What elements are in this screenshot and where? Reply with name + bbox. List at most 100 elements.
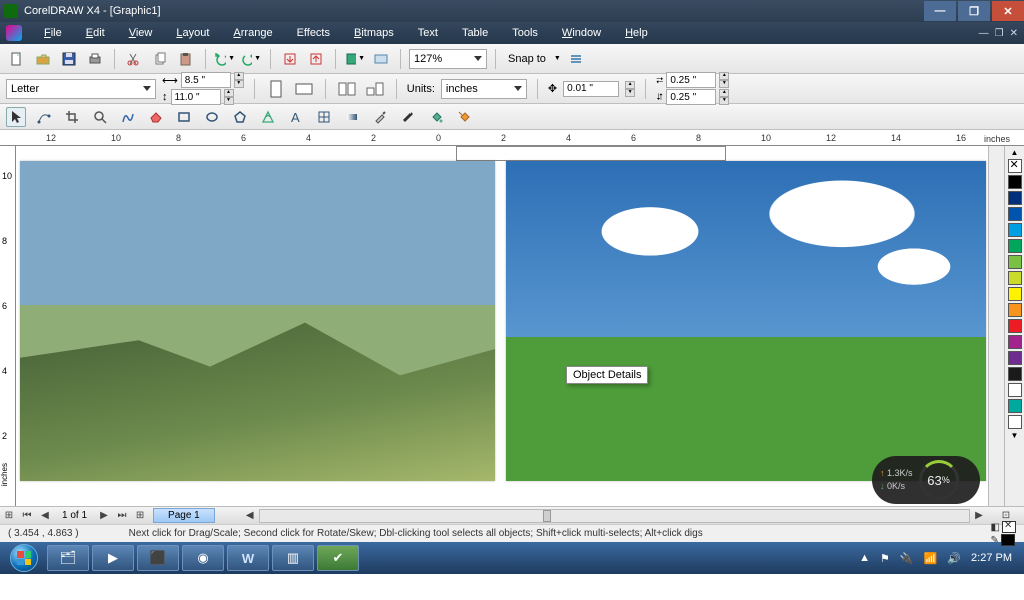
polygon-tool[interactable] <box>230 107 250 127</box>
portrait-button[interactable] <box>265 78 287 100</box>
menu-layout[interactable]: Layout <box>166 25 219 41</box>
smart-fill-tool[interactable] <box>146 107 166 127</box>
prev-page-button[interactable]: ◀ <box>36 508 54 524</box>
zoom-level-select[interactable]: 127% <box>409 49 487 69</box>
color-swatch[interactable] <box>1008 415 1022 429</box>
vscrollbar[interactable] <box>988 146 1004 506</box>
color-swatch[interactable] <box>1008 287 1022 301</box>
tray-chevron-icon[interactable]: ▲ <box>859 552 870 564</box>
nudge-field[interactable]: 0.01 " <box>563 81 619 97</box>
minimize-button[interactable]: — <box>924 1 956 21</box>
tray-clock[interactable]: 2:27 PM <box>971 552 1012 564</box>
first-page-button[interactable]: ⏮ <box>18 508 36 524</box>
spin-up[interactable]: ▲ <box>719 89 729 97</box>
text-tool[interactable]: A <box>286 107 306 127</box>
tray-power-icon[interactable]: 🔌 <box>900 552 914 565</box>
menu-file[interactable]: File <box>34 25 72 41</box>
page-height-field[interactable]: 11.0 " <box>171 89 221 105</box>
paper-size-select[interactable]: Letter <box>6 79 156 99</box>
taskbar-mediaplayer[interactable]: ▶ <box>92 545 134 571</box>
outline-indicator[interactable] <box>1001 534 1015 546</box>
landscape-button[interactable] <box>293 78 315 100</box>
copy-button[interactable] <box>149 48 171 70</box>
zoom-tool[interactable] <box>90 107 110 127</box>
bitmap-object-1[interactable] <box>20 161 495 481</box>
spin-up[interactable]: ▲ <box>719 72 729 80</box>
canvas[interactable]: Object Details ↑ 1.3K/s ↓ 0K/s 63% <box>16 146 988 506</box>
color-swatch[interactable] <box>1008 319 1022 333</box>
color-swatch[interactable] <box>1008 239 1022 253</box>
menu-window[interactable]: Window <box>552 25 611 41</box>
pick-tool[interactable] <box>6 107 26 127</box>
taskbar-notepad[interactable]: ▥ <box>272 545 314 571</box>
tray-flag-icon[interactable]: ⚑ <box>880 552 890 565</box>
color-swatch[interactable] <box>1008 175 1022 189</box>
undo-button[interactable]: ▼ <box>214 48 236 70</box>
interactive-fill-tool[interactable] <box>454 107 474 127</box>
menu-help[interactable]: Help <box>615 25 658 41</box>
add-page-after-button[interactable]: ⊞ <box>131 508 149 524</box>
color-swatch[interactable] <box>1008 207 1022 221</box>
spin-down[interactable]: ▼ <box>234 80 244 88</box>
last-page-button[interactable]: ⏭ <box>113 508 131 524</box>
options-button[interactable] <box>565 48 587 70</box>
spin-down[interactable]: ▼ <box>719 97 729 105</box>
cut-button[interactable] <box>123 48 145 70</box>
menu-view[interactable]: View <box>119 25 163 41</box>
network-meter-widget[interactable]: ↑ 1.3K/s ↓ 0K/s 63% <box>872 456 980 504</box>
import-button[interactable] <box>279 48 301 70</box>
save-button[interactable] <box>58 48 80 70</box>
brand-icon[interactable] <box>6 25 22 41</box>
print-button[interactable] <box>84 48 106 70</box>
ruler-vertical[interactable]: 10 8 6 4 2 inches <box>0 146 16 506</box>
welcome-button[interactable] <box>370 48 392 70</box>
dup-x-field[interactable]: 0.25 " <box>666 72 716 88</box>
color-swatch[interactable] <box>1008 191 1022 205</box>
next-page-button[interactable]: ▶ <box>95 508 113 524</box>
basic-shapes-tool[interactable] <box>258 107 278 127</box>
dup-y-field[interactable]: 0.25 " <box>666 89 716 105</box>
mdi-close-button[interactable]: ✕ <box>1010 28 1018 39</box>
spin-down[interactable]: ▼ <box>224 97 234 105</box>
fill-tool[interactable] <box>426 107 446 127</box>
add-page-button[interactable]: ⊞ <box>0 508 18 524</box>
eyedropper-tool[interactable] <box>370 107 390 127</box>
maximize-button[interactable]: ❐ <box>958 1 990 21</box>
color-swatch[interactable] <box>1008 351 1022 365</box>
ruler-horizontal[interactable]: 12 10 8 6 4 2 0 2 4 6 8 10 12 14 16 inch… <box>0 130 1024 146</box>
ellipse-tool[interactable] <box>202 107 222 127</box>
current-page-button[interactable] <box>364 78 386 100</box>
spin-up[interactable]: ▲ <box>234 72 244 80</box>
redo-button[interactable]: ▼ <box>240 48 262 70</box>
taskbar-word[interactable]: W <box>227 545 269 571</box>
color-swatch[interactable] <box>1008 335 1022 349</box>
shape-tool[interactable] <box>34 107 54 127</box>
tray-network-icon[interactable]: 📶 <box>924 552 938 565</box>
spin-down[interactable]: ▼ <box>719 80 729 88</box>
tray-volume-icon[interactable]: 🔊 <box>947 552 961 565</box>
table-tool[interactable] <box>314 107 334 127</box>
bitmap-object-2[interactable] <box>506 161 986 481</box>
all-pages-button[interactable] <box>336 78 358 100</box>
color-swatch[interactable] <box>1008 399 1022 413</box>
fill-none-indicator[interactable] <box>1002 521 1016 533</box>
snap-to-menu[interactable]: ▼ <box>554 55 561 62</box>
palette-down-button[interactable]: ▼ <box>1011 431 1019 440</box>
menu-tools[interactable]: Tools <box>502 25 548 41</box>
palette-up-button[interactable]: ▲ <box>1011 148 1019 157</box>
taskbar-coreldraw[interactable]: ✔ <box>317 545 359 571</box>
freehand-tool[interactable] <box>118 107 138 127</box>
app-launcher-button[interactable]: ▼ <box>344 48 366 70</box>
mdi-minimize-button[interactable]: — <box>979 28 989 39</box>
color-swatch[interactable] <box>1008 383 1022 397</box>
no-fill-swatch[interactable]: ✕ <box>1008 159 1022 173</box>
spin-down[interactable]: ▼ <box>625 89 635 97</box>
menu-effects[interactable]: Effects <box>287 25 340 41</box>
export-button[interactable] <box>305 48 327 70</box>
color-swatch[interactable] <box>1008 223 1022 237</box>
taskbar-explorer[interactable]: 🗂 <box>47 545 89 571</box>
units-select[interactable]: inches <box>441 79 527 99</box>
outline-tool[interactable] <box>398 107 418 127</box>
color-swatch[interactable] <box>1008 367 1022 381</box>
color-swatch[interactable] <box>1008 271 1022 285</box>
